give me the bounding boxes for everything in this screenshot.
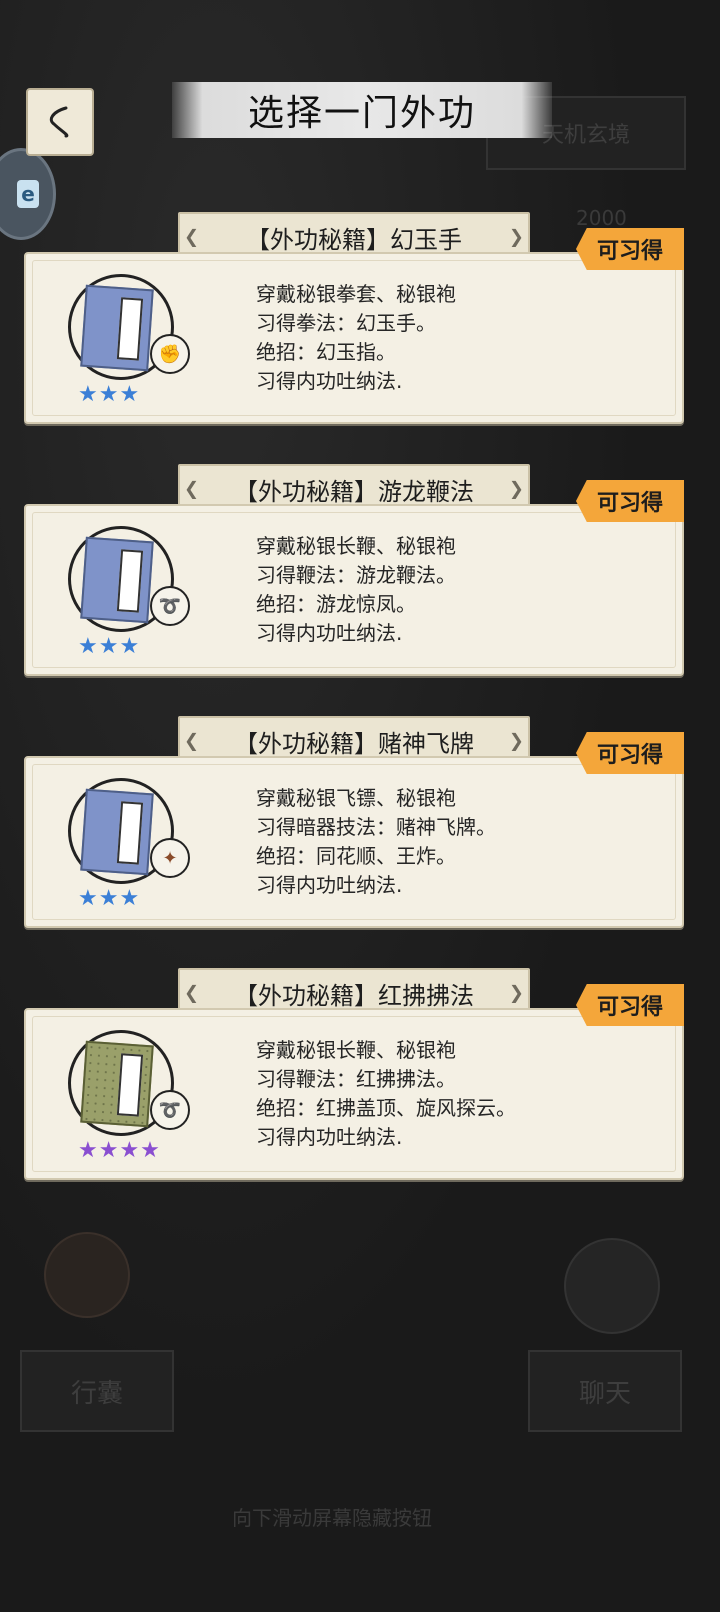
- back-arrow-icon: [49, 106, 69, 138]
- dart-icon: ✦: [150, 838, 190, 878]
- left-arrow-icon: ❮: [184, 982, 200, 1004]
- skill-card-2[interactable]: ➰ ★★★ 穿戴秘银长鞭、秘银袍 习得鞭法：游龙鞭法。 绝招：游龙惊凤。 习得内…: [24, 504, 684, 676]
- card-description: 穿戴秘银拳套、秘银袍 习得拳法：幻玉手。 绝招：幻玉指。 习得内功吐纳法.: [256, 282, 456, 393]
- book-icon: [80, 536, 154, 624]
- right-arrow-icon: ❯: [508, 226, 524, 248]
- star-rating: ★★★: [78, 886, 141, 911]
- card-title-text: 【外功秘籍】幻玉手: [246, 225, 462, 254]
- card-title-text: 【外功秘籍】赌神飞牌: [234, 729, 474, 758]
- book-icon: [80, 788, 154, 876]
- currency-text: 2000: [576, 206, 627, 230]
- title-banner: 选择一门外功: [172, 82, 552, 138]
- card-title-text: 【外功秘籍】游龙鞭法: [234, 477, 474, 506]
- page-title: 选择一门外功: [247, 93, 476, 134]
- learnable-badge: 可习得: [576, 732, 684, 774]
- run-icon[interactable]: [564, 1238, 660, 1334]
- card-title-text: 【外功秘籍】红拂拂法: [234, 981, 474, 1010]
- skill-card-1[interactable]: ✊ ★★★ 穿戴秘银拳套、秘银袍 习得拳法：幻玉手。 绝招：幻玉指。 习得内功吐…: [24, 252, 684, 424]
- right-arrow-icon: ❯: [508, 730, 524, 752]
- fist-icon: ✊: [150, 334, 190, 374]
- star-rating: ★★★★: [78, 1138, 161, 1163]
- star-rating: ★★★: [78, 634, 141, 659]
- learnable-badge: 可习得: [576, 984, 684, 1026]
- left-arrow-icon: ❮: [184, 226, 200, 248]
- back-button[interactable]: [26, 88, 94, 156]
- whip-icon: ➰: [150, 586, 190, 626]
- bag-button[interactable]: 行囊: [20, 1350, 174, 1432]
- book-icon: [80, 1040, 154, 1128]
- skill-card-3[interactable]: ✦ ★★★ 穿戴秘银飞镖、秘银袍 习得暗器技法：赌神飞牌。 绝招：同花顺、王炸。…: [24, 756, 684, 928]
- hint-text: 向下滑动屏幕隐藏按钮: [232, 1506, 432, 1530]
- card-description: 穿戴秘银飞镖、秘银袍 习得暗器技法：赌神飞牌。 绝招：同花顺、王炸。 习得内功吐…: [256, 786, 496, 897]
- task-icon[interactable]: [44, 1232, 130, 1318]
- chat-button[interactable]: 聊天: [528, 1350, 682, 1432]
- star-rating: ★★★: [78, 382, 141, 407]
- whip-icon: ➰: [150, 1090, 190, 1130]
- card-description: 穿戴秘银长鞭、秘银袍 习得鞭法：红拂拂法。 绝招：红拂盖顶、旋风探云。 习得内功…: [256, 1038, 516, 1149]
- card-description: 穿戴秘银长鞭、秘银袍 习得鞭法：游龙鞭法。 绝招：游龙惊凤。 习得内功吐纳法.: [256, 534, 456, 645]
- left-arrow-icon: ❮: [184, 478, 200, 500]
- book-icon: [80, 284, 154, 372]
- learnable-badge: 可习得: [576, 480, 684, 522]
- skill-card-4[interactable]: ➰ ★★★★ 穿戴秘银长鞭、秘银袍 习得鞭法：红拂拂法。 绝招：红拂盖顶、旋风探…: [24, 1008, 684, 1180]
- right-arrow-icon: ❯: [508, 982, 524, 1004]
- left-arrow-icon: ❮: [184, 730, 200, 752]
- learnable-badge: 可习得: [576, 228, 684, 270]
- right-arrow-icon: ❯: [508, 478, 524, 500]
